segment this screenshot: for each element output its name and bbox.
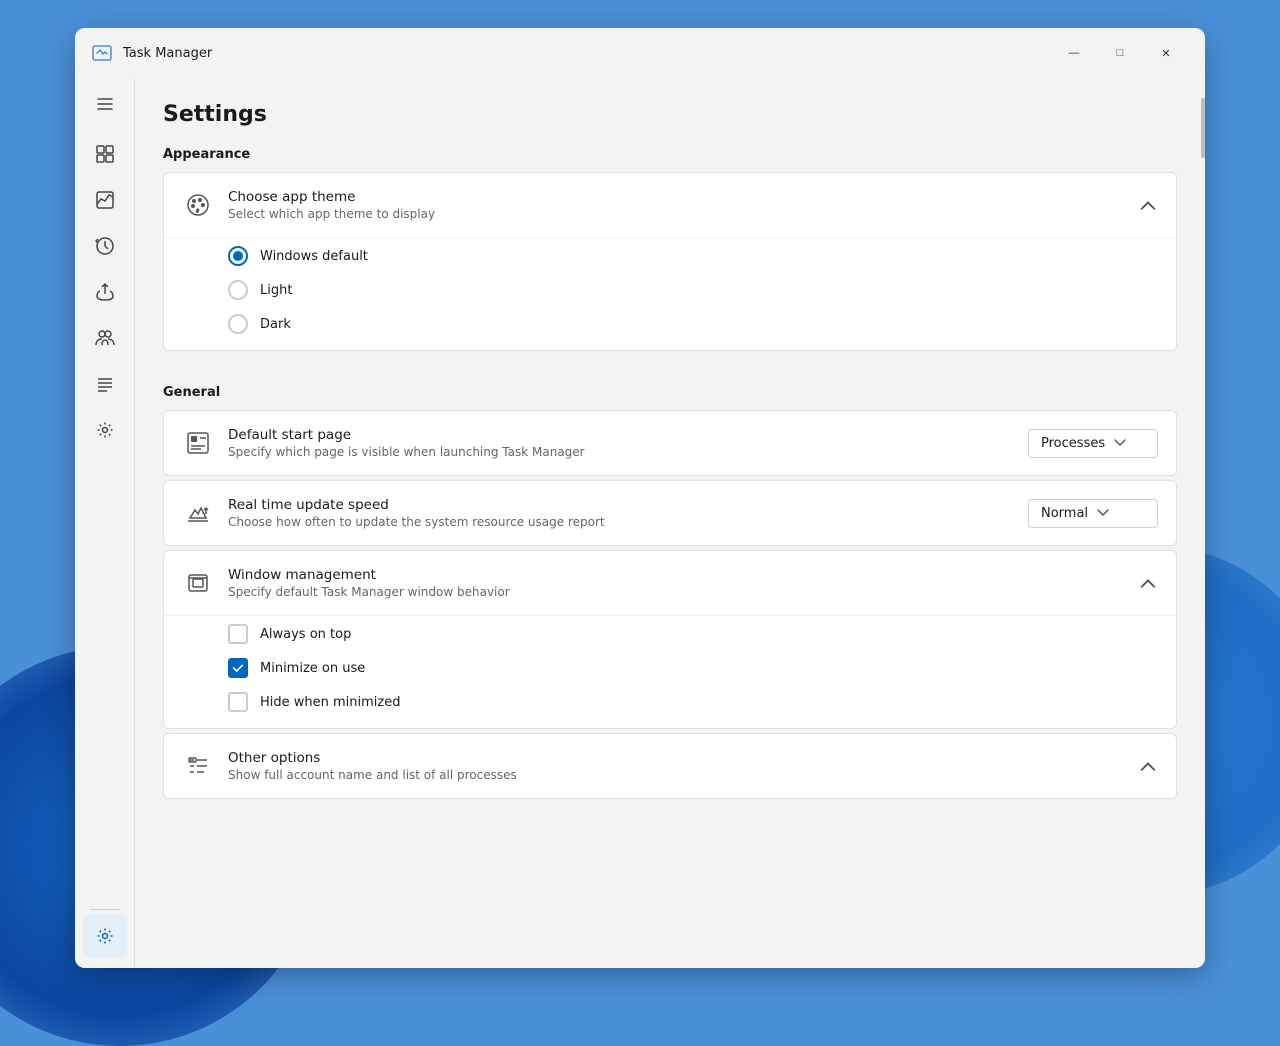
window-title: Task Manager [123,46,1051,61]
section-title-appearance: Appearance [163,147,1177,162]
card-subtitle-choose-app-theme: Select which app theme to display [228,207,1138,221]
card-subtitle-window-management: Specify default Task Manager window beha… [228,585,1138,599]
checkbox-label-hide-when-minimized: Hide when minimized [260,695,401,710]
card-title-choose-app-theme: Choose app theme [228,189,1138,205]
task-manager-window: Task Manager — □ ✕ [75,28,1205,968]
window-mgmt-checkbox-group: Always on top Minimize on use Hide when … [164,615,1176,728]
card-title-other-options: Other options [228,750,1138,766]
start-page-icon [182,427,214,459]
card-action-start-page: Processes [1028,429,1158,458]
card-header-other-options[interactable]: Other options Show full account name and… [164,734,1176,798]
section-title-general: General [163,385,1177,400]
close-button[interactable]: ✕ [1143,35,1189,71]
card-header-text-real-time: Real time update speed Choose how often … [228,497,1028,529]
card-title-default-start-page: Default start page [228,427,1028,443]
palette-icon [182,189,214,221]
sidebar-item-services[interactable] [83,408,127,452]
scroll-indicator [1201,78,1205,968]
card-real-time-update: Real time update speed Choose how often … [163,480,1177,546]
window-controls: — □ ✕ [1051,35,1189,71]
sidebar-item-startup[interactable] [83,270,127,314]
checkbox-always-on-top[interactable]: Always on top [228,624,1158,644]
card-title-window-management: Window management [228,567,1138,583]
chevron-up-other-options-icon [1138,756,1158,776]
checkbox-minimize-on-use[interactable]: Minimize on use [228,658,1158,678]
other-options-icon [182,750,214,782]
page-title: Settings [163,102,1177,127]
card-subtitle-other-options: Show full account name and list of all p… [228,768,1138,782]
card-header-text-start-page: Default start page Specify which page is… [228,427,1028,459]
card-header-choose-app-theme[interactable]: Choose app theme Select which app theme … [164,173,1176,237]
card-header-text: Choose app theme Select which app theme … [228,189,1138,221]
checkbox-hide-when-minimized[interactable]: Hide when minimized [228,692,1158,712]
scroll-thumb[interactable] [1201,98,1205,158]
card-default-start-page: Default start page Specify which page is… [163,410,1177,476]
dropdown-update-speed-value: Normal [1041,506,1088,521]
card-action-window-mgmt [1138,573,1158,593]
theme-radio-group: Windows default Light Dark [164,237,1176,350]
card-choose-app-theme: Choose app theme Select which app theme … [163,172,1177,351]
update-speed-icon [182,497,214,529]
app-icon [91,42,113,64]
sidebar-item-settings[interactable] [83,914,127,958]
card-header-text-window-mgmt: Window management Specify default Task M… [228,567,1138,599]
maximize-button[interactable]: □ [1097,35,1143,71]
sidebar-item-app-history[interactable] [83,224,127,268]
radio-windows-default[interactable]: Windows default [228,246,1158,266]
checkbox-label-minimize-on-use: Minimize on use [260,661,365,676]
radio-label-light: Light [260,283,292,298]
card-header-window-management[interactable]: Window management Specify default Task M… [164,551,1176,615]
dropdown-start-page-value: Processes [1041,436,1105,451]
radio-dark[interactable]: Dark [228,314,1158,334]
checkbox-box-always-on-top [228,624,248,644]
card-action-real-time: Normal [1028,499,1158,528]
chevron-up-window-mgmt-icon [1138,573,1158,593]
card-action-choose-app-theme [1138,195,1158,215]
card-other-options: Other options Show full account name and… [163,733,1177,799]
card-title-real-time-update: Real time update speed [228,497,1028,513]
chevron-up-icon [1138,195,1158,215]
sidebar-item-users[interactable] [83,316,127,360]
sidebar-hamburger[interactable] [83,82,127,126]
window-mgmt-icon [182,567,214,599]
radio-circle-windows-default [228,246,248,266]
radio-light[interactable]: Light [228,280,1158,300]
content-wrapper: Settings Appearance [75,78,1205,968]
card-header-real-time-update[interactable]: Real time update speed Choose how often … [164,481,1176,545]
card-header-default-start-page[interactable]: Default start page Specify which page is… [164,411,1176,475]
card-header-text-other-options: Other options Show full account name and… [228,750,1138,782]
sidebar-item-details[interactable] [83,362,127,406]
sidebar-item-dashboard[interactable] [83,132,127,176]
card-action-other-options [1138,756,1158,776]
checkbox-box-minimize-on-use [228,658,248,678]
card-subtitle-real-time-update: Choose how often to update the system re… [228,515,1028,529]
card-subtitle-default-start-page: Specify which page is visible when launc… [228,445,1028,459]
radio-label-dark: Dark [260,317,291,332]
main-panel[interactable]: Settings Appearance [135,78,1201,968]
dropdown-start-page[interactable]: Processes [1028,429,1158,458]
radio-label-windows-default: Windows default [260,249,368,264]
radio-circle-dark [228,314,248,334]
checkbox-label-always-on-top: Always on top [260,627,351,642]
checkbox-box-hide-when-minimized [228,692,248,712]
minimize-button[interactable]: — [1051,35,1097,71]
sidebar-item-performance[interactable] [83,178,127,222]
titlebar: Task Manager — □ ✕ [75,28,1205,78]
sidebar [75,78,135,968]
dropdown-update-speed[interactable]: Normal [1028,499,1158,528]
card-window-management: Window management Specify default Task M… [163,550,1177,729]
radio-circle-light [228,280,248,300]
